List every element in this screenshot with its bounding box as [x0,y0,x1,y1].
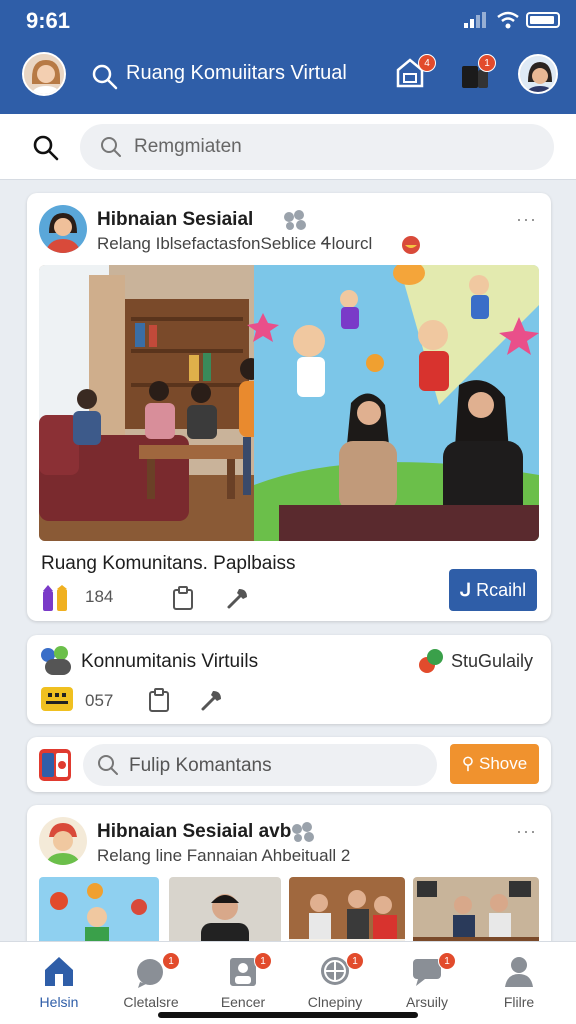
nav-item-explore[interactable]: 1 Clnepiny [290,950,380,1014]
community-search-placeholder: Fulip Komantans [129,755,272,776]
battery-icon [526,12,560,28]
community-card: Konnumitanis Virtuils StuGulaily 057 [27,635,551,724]
search-icon[interactable] [92,64,118,90]
nav-item-home[interactable]: Helsin [14,950,104,1014]
community-search-card: Fulip Komantans ⚲ Shove [27,737,551,792]
profile-icon [505,957,533,987]
nav-label: Eencer [220,994,266,1010]
community-search-input[interactable]: Fulip Komantans [83,744,437,786]
post-author-avatar[interactable] [39,817,87,865]
search-field-icon [98,755,118,775]
community-title: Konnumitanis Virtuils [81,651,259,672]
clipboard-icon[interactable] [171,585,195,611]
device-button[interactable]: 1 [458,54,498,96]
device-badge: 1 [478,54,496,72]
join-button[interactable]: ᒍ Rcaihl [449,569,537,611]
post-card: Hibnaian Sesiaial avb Relang line Fannai… [27,805,551,955]
nav-badge: 1 [438,952,456,970]
post-title: Hibnaian Sesiaial avb [97,821,292,842]
notification-badge: 4 [418,54,436,72]
nav-label: Helsin [39,994,79,1010]
status-time: 9:61 [26,8,71,33]
group-icon [284,210,306,230]
nav-item-chat[interactable]: 1 Cletalsre [106,950,196,1014]
post-subtitle: Relang IblsefactasfonSeblice Ꮞlourcl [97,234,373,253]
nav-label: Clnepiny [307,994,363,1010]
show-button[interactable]: ⚲ Shove [450,744,539,784]
app-logo-icon [39,749,71,781]
more-options-button[interactable]: ··· [516,821,537,842]
nav-badge: 1 [162,952,180,970]
show-button-label: Shove [478,754,528,773]
post-caption: Ruang Komunitans. Paplbaiss [41,553,296,574]
game-icon[interactable] [41,687,73,711]
reaction-count: 184 [85,587,114,606]
wifi-icon [497,11,519,29]
app-header: Ruang Komuiitars Virtual 4 1 [0,40,576,114]
reaction-icon[interactable] [41,585,73,611]
search-icon[interactable] [32,134,60,162]
post-author-avatar[interactable] [39,205,87,253]
post-image[interactable] [39,265,539,541]
nav-badge: 1 [346,952,364,970]
user-avatar[interactable] [22,52,66,96]
group-icon [292,822,314,842]
nav-label: Cletalsre [123,994,179,1010]
community-count: 057 [85,691,114,710]
tool-icon[interactable] [225,585,251,611]
search-field-icon [101,137,121,157]
emoji-icon [402,236,420,254]
search-row: Remgmiaten [0,114,576,180]
more-options-button[interactable]: ··· [516,209,537,230]
post-card: Hibnaian Sesiaial Relang IblsefactasfonS… [27,193,551,621]
post-subtitle: Relang line Fannaian Ahbeituall 2 [97,846,351,865]
notification-button[interactable]: 4 [392,54,436,96]
post-title: Hibnaian Sesiaial [97,209,254,230]
search-input[interactable]: Remgmiaten [80,124,554,170]
nav-item-profile[interactable]: Flilre [474,950,564,1014]
search-placeholder: Remgmiaten [134,136,242,157]
home-indicator[interactable] [158,1012,418,1018]
nav-label: Flilre [503,994,535,1010]
nav-item-activity[interactable]: 1 Arsuily [382,950,472,1014]
nav-label: Arsuily [405,994,448,1010]
nav-item-groups[interactable]: 1 Eencer [198,950,288,1014]
chat-bubble-icon [419,649,443,673]
community-logo-icon [41,646,71,675]
community-status[interactable]: StuGulaily [451,651,533,672]
clipboard-icon[interactable] [147,687,171,713]
page-title: Ruang Komuiitars Virtual [126,62,347,84]
nav-badge: 1 [254,952,272,970]
home-icon [45,957,73,986]
signal-icon [464,12,486,28]
profile-avatar[interactable] [518,54,558,94]
tool-icon[interactable] [199,687,225,713]
join-button-label: Rcaihl [476,580,527,600]
status-bar: 9:61 [0,0,576,40]
